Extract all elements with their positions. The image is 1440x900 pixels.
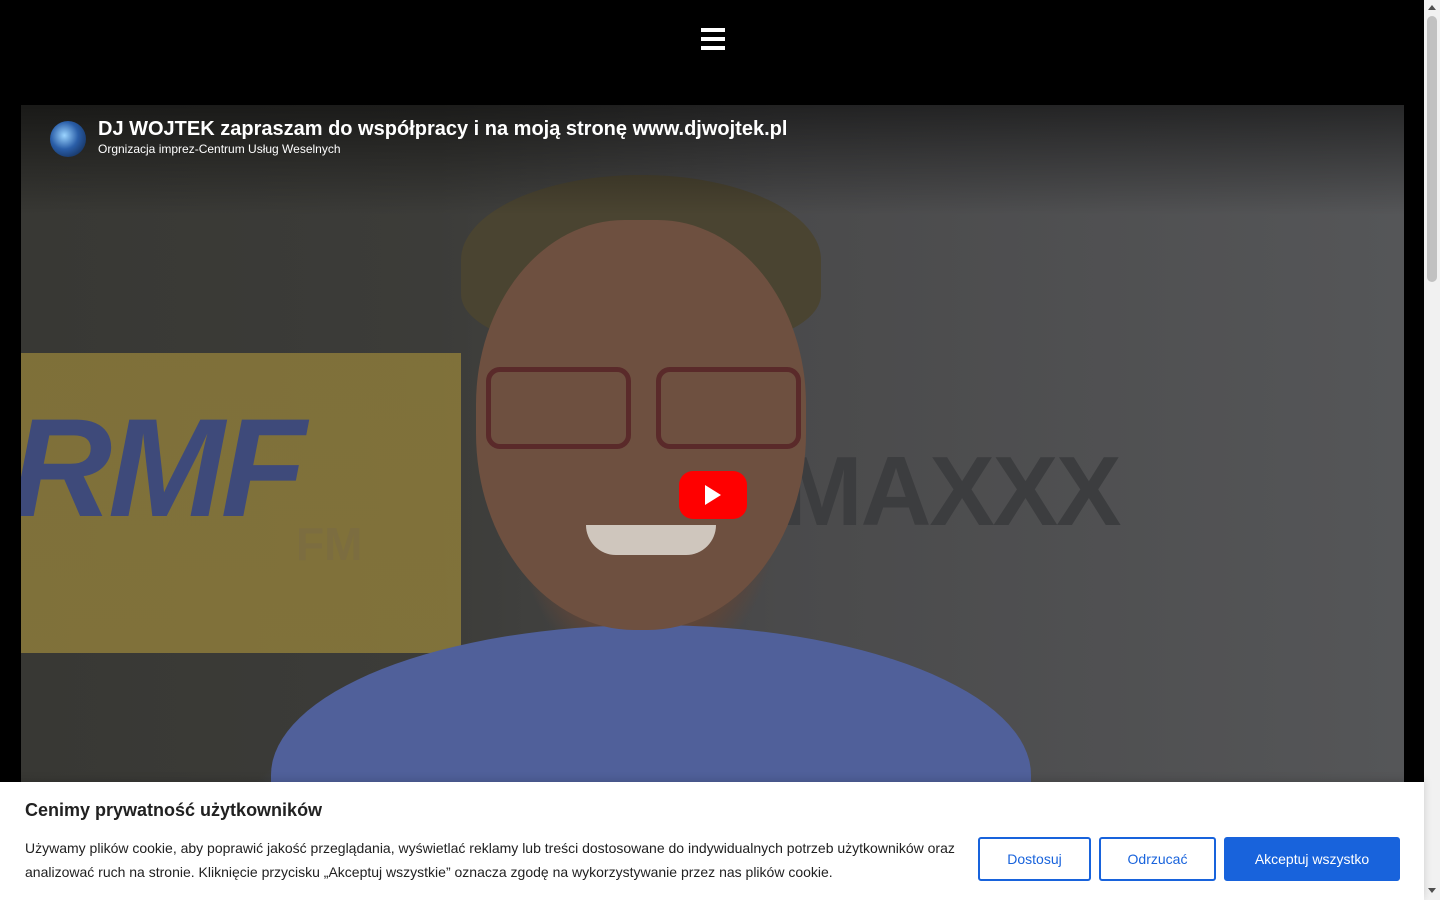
scrollbar-thumb[interactable] <box>1427 16 1437 282</box>
scrollbar[interactable] <box>1424 0 1440 900</box>
scroll-down-arrow-icon[interactable] <box>1428 888 1436 893</box>
accept-all-button[interactable]: Akceptuj wszystko <box>1224 837 1400 881</box>
customize-button[interactable]: Dostosuj <box>978 837 1091 881</box>
video-background-text-fm: FM <box>296 518 363 570</box>
video-person-glasses <box>486 367 816 449</box>
play-icon <box>705 485 721 505</box>
cookie-banner-title: Cenimy prywatność użytkowników <box>25 800 323 820</box>
play-button[interactable] <box>679 471 747 519</box>
video-title[interactable]: DJ WOJTEK zapraszam do współpracy i na m… <box>98 118 787 141</box>
page: RMF FM MAXXX DJ WOJTEK zapraszam do wspó… <box>0 0 1424 900</box>
video-player[interactable]: RMF FM MAXXX DJ WOJTEK zapraszam do wspó… <box>21 105 1404 900</box>
cookie-consent-banner: Cenimy prywatność użytkowników Używamy p… <box>0 782 1424 900</box>
video-background-text-rmf: RMF <box>21 389 306 546</box>
channel-avatar[interactable] <box>50 121 86 157</box>
video-background-text-maxxx: MAXXX <box>781 436 1122 546</box>
hamburger-menu-icon[interactable] <box>701 28 725 52</box>
scroll-up-arrow-icon[interactable] <box>1428 5 1436 10</box>
reject-button[interactable]: Odrzucać <box>1099 837 1216 881</box>
cookie-banner-text: Używamy plików cookie, aby poprawić jako… <box>25 840 955 880</box>
video-person-smile <box>586 525 716 555</box>
video-channel-name: Orgnizacja imprez-Centrum Usług Weselnyc… <box>98 142 341 156</box>
